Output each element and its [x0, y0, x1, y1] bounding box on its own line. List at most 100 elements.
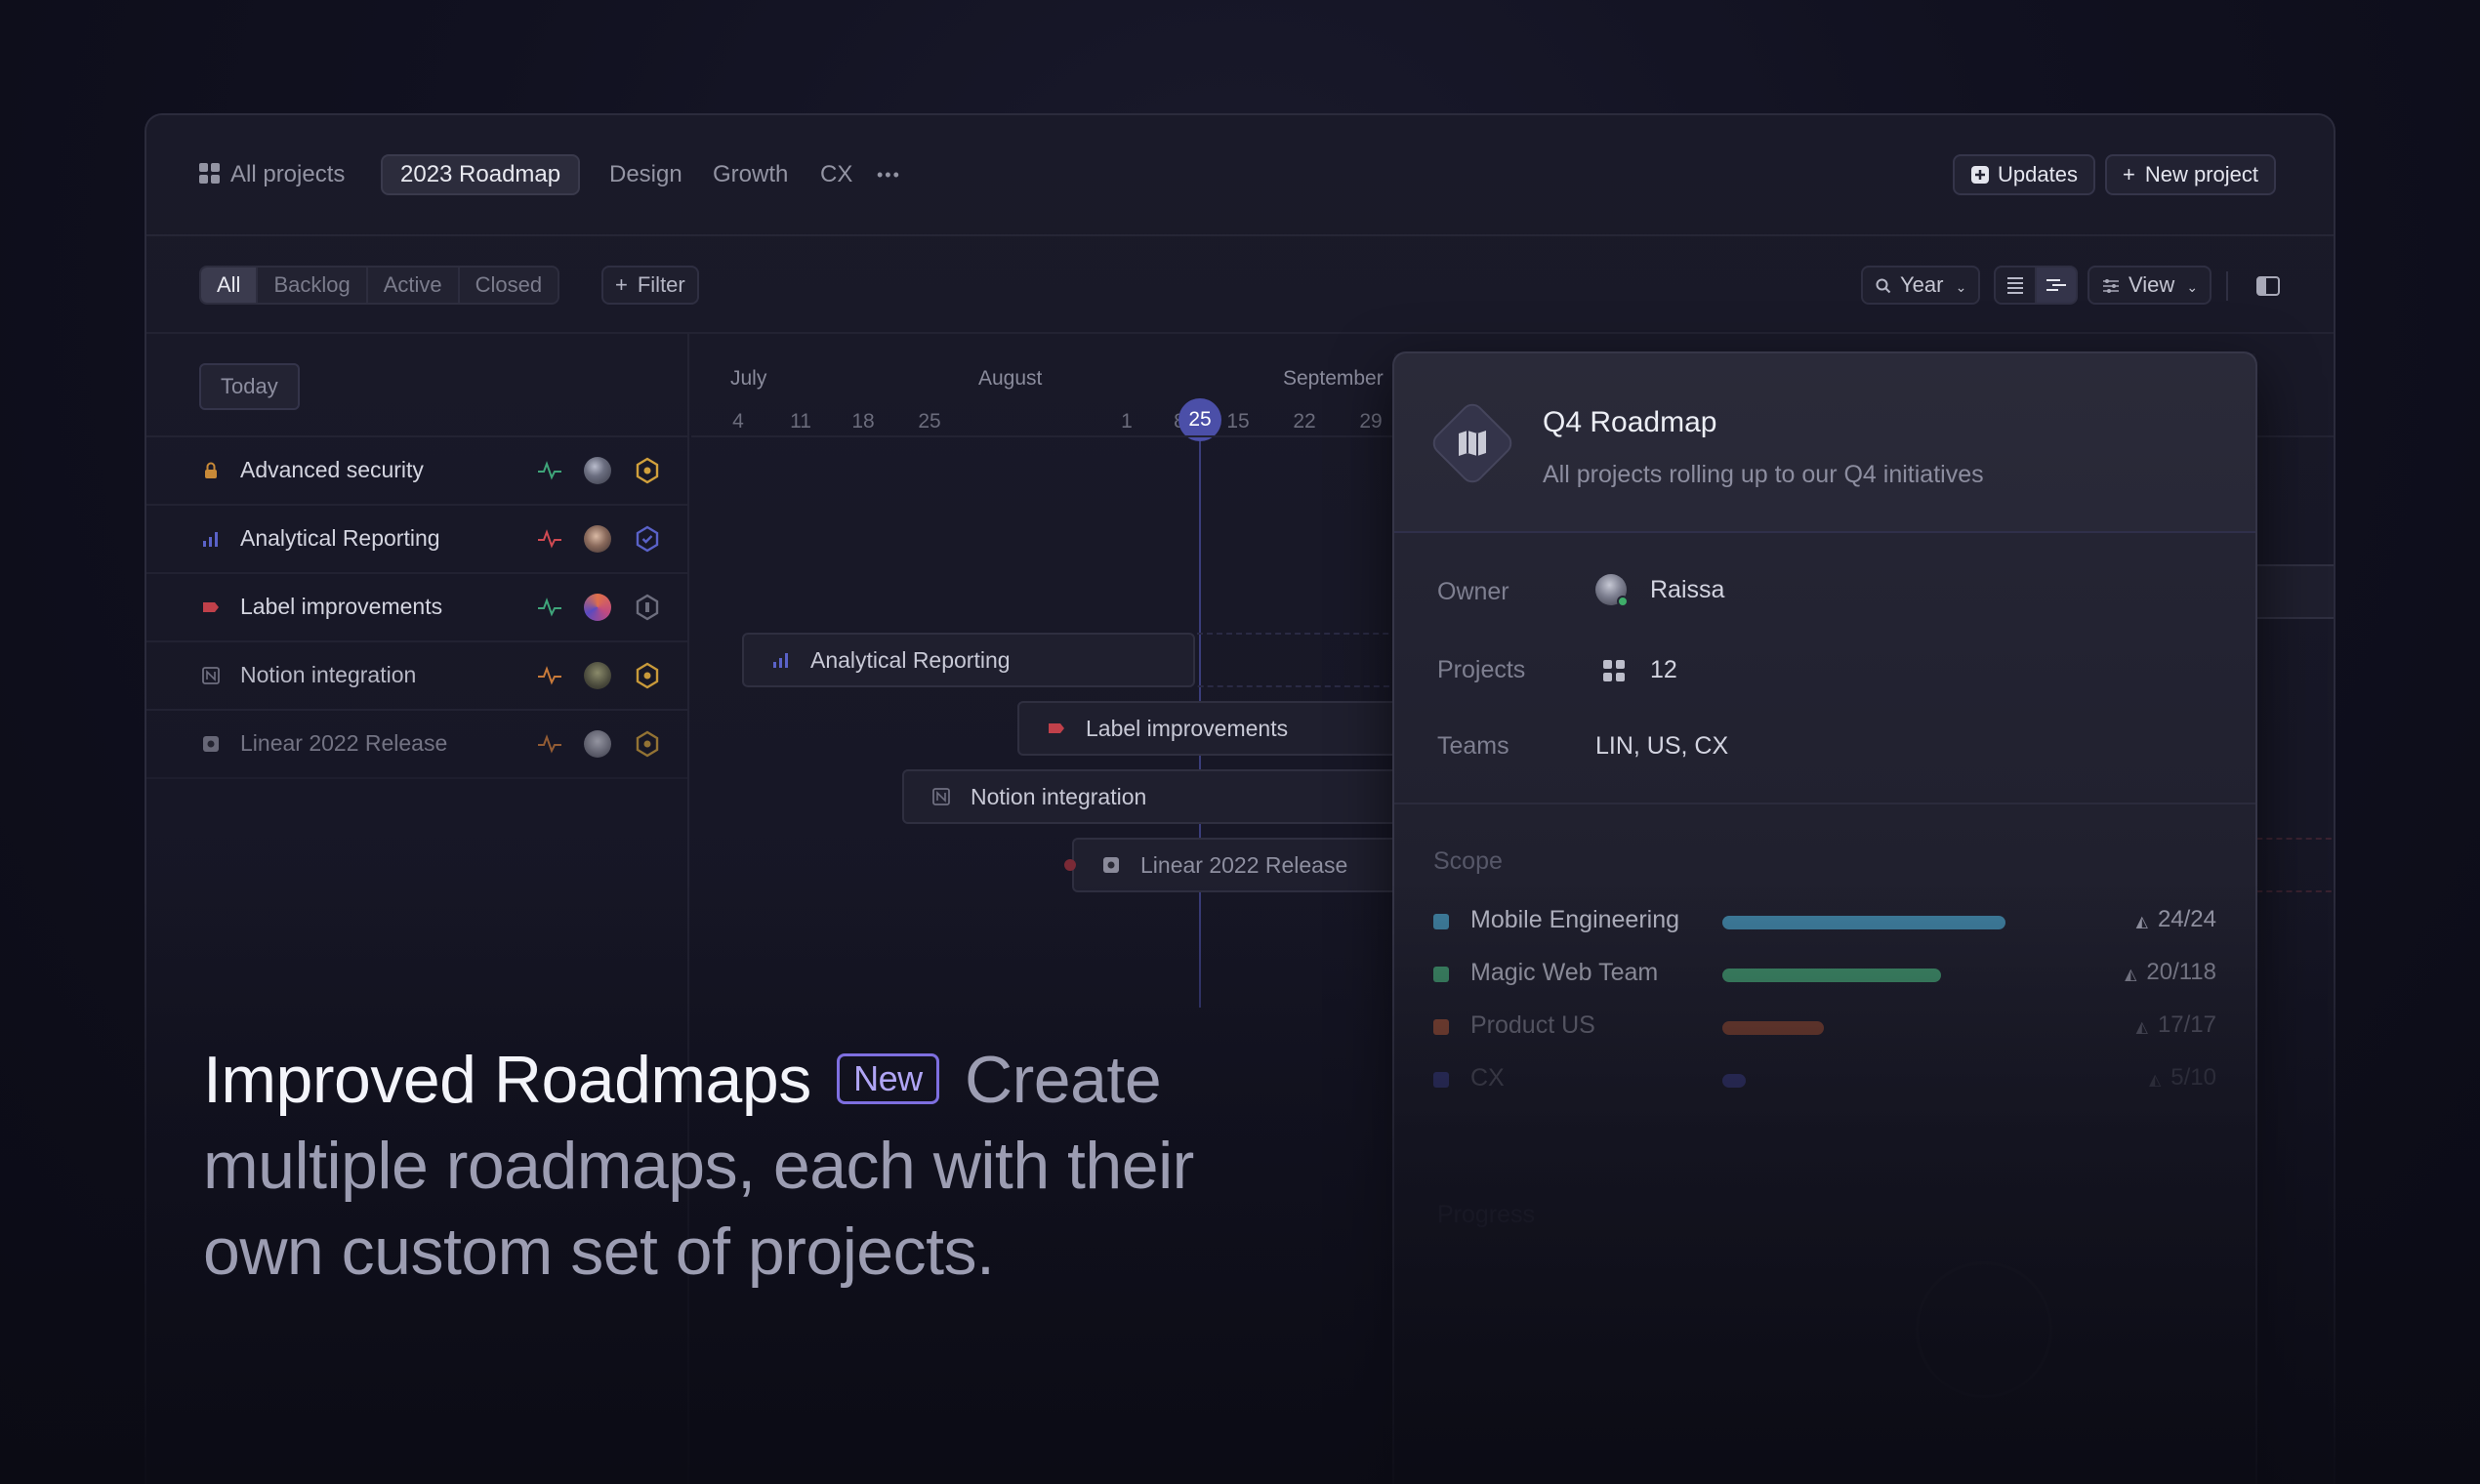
- segment-active[interactable]: Active: [368, 268, 460, 303]
- all-projects-link[interactable]: All projects: [199, 154, 345, 195]
- day-label: 4: [732, 410, 744, 433]
- month-label: August: [978, 367, 1043, 390]
- owner-name[interactable]: Raissa: [1650, 576, 1724, 604]
- milestone-hexagon-icon: [636, 662, 659, 689]
- grid-icon: [199, 163, 221, 185]
- avatar: [584, 525, 611, 553]
- new-badge: New: [837, 1053, 939, 1104]
- hero-body: multiple roadmaps, each with their own c…: [203, 1129, 1194, 1289]
- scope-count-value: 20/118: [2146, 959, 2216, 985]
- triangle-icon: ◭: [2135, 914, 2148, 930]
- day-label: 18: [851, 410, 875, 433]
- triangle-icon: ◭: [2125, 967, 2137, 983]
- scope-row[interactable]: Product US ◭ 17/17: [1433, 1010, 2216, 1049]
- triangle-icon: ◭: [2135, 1019, 2148, 1036]
- view-label: View: [2129, 272, 2175, 297]
- notion-icon: [202, 667, 220, 684]
- search-icon: [1876, 278, 1891, 294]
- new-project-button[interactable]: + New project: [2105, 154, 2277, 195]
- day-label: 11: [790, 410, 811, 433]
- teams-label: Teams: [1437, 732, 1509, 760]
- health-pulse-icon: [538, 598, 561, 617]
- sidebar-toggle-icon[interactable]: [2255, 275, 2281, 297]
- scope-count: ◭ 5/10: [2149, 1064, 2216, 1092]
- segment-closed[interactable]: Closed: [460, 268, 558, 303]
- updates-button[interactable]: Updates: [1953, 154, 2095, 195]
- tab-design[interactable]: Design: [609, 154, 682, 195]
- scope-progress-bar: [1722, 1074, 1746, 1088]
- cube-icon: [203, 736, 219, 752]
- projects-count[interactable]: 12: [1650, 656, 1677, 684]
- timeline-bar[interactable]: Analytical Reporting: [742, 633, 1195, 687]
- online-status-dot: [1617, 596, 1629, 607]
- updates-icon: [1971, 166, 1989, 184]
- list-item[interactable]: Notion integration: [146, 642, 687, 711]
- project-name: Advanced security: [240, 457, 424, 482]
- year-select[interactable]: Year ⌄: [1861, 266, 1981, 305]
- bar-label: Notion integration: [971, 784, 1147, 809]
- filter-label: Filter: [637, 272, 685, 297]
- lock-icon: [205, 462, 217, 478]
- bar-label: Label improvements: [1086, 716, 1289, 741]
- top-nav: All projects 2023 Roadmap Design Growth …: [146, 115, 2334, 236]
- teams-value[interactable]: LIN, US, CX: [1595, 732, 1728, 761]
- avatar: [584, 457, 611, 484]
- all-projects-label: All projects: [230, 161, 346, 187]
- list-item[interactable]: Advanced security: [146, 437, 687, 506]
- cube-icon: [1103, 857, 1119, 873]
- avatar: [584, 662, 611, 689]
- list-item[interactable]: Label improvements: [146, 574, 687, 642]
- chevron-down-icon: ⌄: [1955, 279, 1967, 295]
- filter-button[interactable]: + Filter: [601, 266, 699, 305]
- sliders-icon: [2103, 279, 2119, 293]
- tag-icon: [1049, 723, 1064, 733]
- view-options-button[interactable]: View ⌄: [2087, 266, 2212, 305]
- scope-row[interactable]: Magic Web Team ◭ 20/118: [1433, 957, 2216, 996]
- scope-count-value: 5/10: [2170, 1064, 2216, 1091]
- day-label: 1: [1121, 410, 1133, 433]
- list-item[interactable]: Linear 2022 Release: [146, 711, 687, 779]
- triangle-icon: ◭: [2148, 1072, 2162, 1089]
- scope-progress-bar: [1722, 969, 1941, 982]
- timeline-view-toggle[interactable]: [2035, 266, 2078, 305]
- tab-2023-roadmap[interactable]: 2023 Roadmap: [381, 154, 581, 195]
- scope-row[interactable]: Mobile Engineering ◭ 24/24: [1433, 904, 2216, 943]
- scope-count-value: 24/24: [2157, 906, 2216, 932]
- milestone-hexagon-icon: [636, 730, 659, 758]
- tab-growth[interactable]: Growth: [713, 154, 788, 195]
- scope-row[interactable]: CX ◭ 5/10: [1433, 1062, 2216, 1101]
- scope-count-value: 17/17: [2157, 1011, 2216, 1038]
- more-menu-icon[interactable]: •••: [877, 154, 901, 195]
- panel-header: Q4 Roadmap All projects rolling up to ou…: [1394, 353, 2255, 533]
- hero-body-start: Create: [965, 1043, 1162, 1117]
- segment-backlog[interactable]: Backlog: [258, 268, 368, 303]
- team-color-square: [1433, 967, 1449, 982]
- plus-icon: +: [615, 272, 628, 297]
- tab-cx[interactable]: CX: [820, 154, 852, 195]
- today-button[interactable]: Today: [199, 363, 300, 410]
- notion-icon: [932, 788, 950, 805]
- list-view-toggle[interactable]: [1994, 266, 2037, 305]
- day-label: 29: [1359, 410, 1383, 433]
- progress-title: Progress: [1437, 1201, 1536, 1228]
- project-list: Today Advanced security Analytical Repor…: [146, 334, 689, 1484]
- list-item[interactable]: Analytical Reporting: [146, 506, 687, 574]
- chevron-down-icon: ⌄: [2186, 279, 2199, 295]
- health-pulse-icon: [538, 734, 561, 754]
- bar-start-dot: [1064, 859, 1076, 871]
- month-label: September: [1283, 367, 1384, 390]
- scope-title: Scope: [1433, 847, 1503, 875]
- timeline-bar[interactable]: Notion integration: [902, 769, 1410, 824]
- team-color-square: [1433, 914, 1449, 929]
- progress-ring: [1916, 1261, 2052, 1398]
- segment-all[interactable]: All: [201, 268, 259, 303]
- projects-label: Projects: [1437, 656, 1526, 683]
- team-name: Product US: [1470, 1011, 1595, 1039]
- list-icon: [2007, 277, 2023, 294]
- panel-subtitle: All projects rolling up to our Q4 initia…: [1543, 461, 1984, 488]
- toolbar-divider: [2226, 271, 2228, 301]
- filter-bar: All Backlog Active Closed + Filter Year ⌄…: [146, 236, 2334, 334]
- scope-count: ◭ 24/24: [2136, 906, 2216, 933]
- panel-title: Q4 Roadmap: [1543, 406, 1717, 438]
- bar-chart-icon: [773, 653, 788, 668]
